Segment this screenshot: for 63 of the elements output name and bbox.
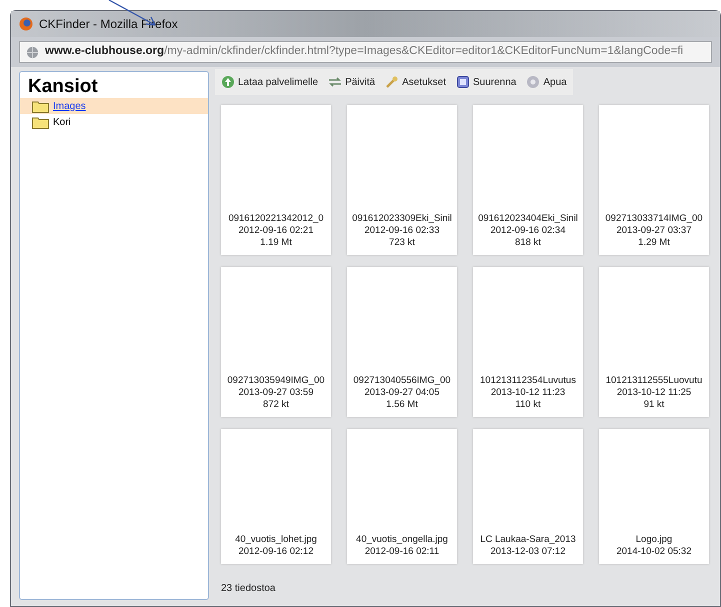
file-date: 2012-09-16 02:33: [364, 225, 440, 237]
file-name: 40_vuotis_ongella.jpg: [356, 534, 448, 546]
globe-icon: [26, 46, 39, 58]
folder-item[interactable]: Kori: [20, 114, 208, 130]
file-name: 092713040556IMG_00: [353, 375, 451, 387]
file-thumbnail[interactable]: 101213112354Luvutus 2013-10-12 11:23 110 kt: [473, 267, 583, 417]
file-thumbnail[interactable]: 092713040556IMG_00 2013-09-27 04:05 1.56 Mt: [347, 267, 457, 417]
file-thumbnail[interactable]: 101213112555Luovutu 2013-10-12 11:25 91 kt: [599, 267, 709, 417]
toolbar-button[interactable]: Lataa palvelimelle: [221, 74, 318, 90]
file-date: 2013-09-27 03:37: [616, 225, 692, 237]
address-bar[interactable]: www.e-clubhouse.org/my-admin/ckfinder/ckfinder.html?type=Images&CKEditor=editor1&CKEditorFuncNum=1&langCode=fi: [19, 41, 712, 63]
file-thumbnail[interactable]: 092713033714IMG_00 2013-09-27 03:37 1.29 Mt: [599, 105, 709, 255]
help-icon: [526, 75, 540, 89]
wrench-icon: [385, 75, 400, 89]
file-thumbnail[interactable]: 091612023404Eki_Sinil 2012-09-16 02:34 818 kt: [473, 105, 583, 255]
folder-icon: [32, 100, 49, 112]
file-name: 092713035949IMG_00: [227, 375, 325, 387]
upload-icon: [221, 75, 235, 89]
toolbar-button[interactable]: Suurenna: [456, 74, 516, 90]
maximize-icon: [456, 75, 470, 89]
file-count-text: 23 tiedostoa: [220, 582, 276, 596]
file-size: 723 kt: [389, 237, 415, 249]
file-thumbnail[interactable]: 40_vuotis_lohet.jpg 2012-09-16 02:12: [221, 429, 331, 564]
file-size: 1.29 Mt: [638, 237, 670, 249]
file-thumbnail[interactable]: 0916120221342012_0 2012-09-16 02:21 1.19 Mt: [221, 105, 331, 255]
file-thumbnail[interactable]: 40_vuotis_ongella.jpg 2012-09-16 02:11: [347, 429, 457, 564]
file-date: 2012-09-16 02:11: [364, 546, 440, 558]
folder-item[interactable]: Images: [20, 98, 208, 114]
file-date: 2013-10-12 11:23: [490, 387, 566, 399]
file-date: 2013-12-03 07:12: [490, 546, 566, 558]
file-name: 40_vuotis_lohet.jpg: [235, 534, 317, 546]
file-name: 101213112555Luovutu: [606, 375, 702, 387]
file-date: 2012-09-16 02:12: [238, 546, 314, 558]
file-date: 2013-09-27 04:05: [364, 387, 440, 399]
toolbar-button[interactable]: Apua: [526, 74, 567, 90]
file-size: 110 kt: [515, 399, 541, 411]
file-size: 91 kt: [644, 399, 664, 411]
file-date: 2014-10-02 05:32: [616, 546, 692, 558]
file-size: 1.56 Mt: [386, 399, 418, 411]
file-date: 2012-09-16 02:21: [238, 225, 314, 237]
file-name: 0916120221342012_0: [228, 213, 324, 225]
file-thumbnail[interactable]: 092713035949IMG_00 2013-09-27 03:59 872 kt: [221, 267, 331, 417]
file-date: 2012-09-16 02:34: [490, 225, 566, 237]
url-text: www.e-clubhouse.org/my-admin/ckfinder/ckfinder.html?type=Images&CKEditor=editor1&CKEditorFuncNum=1&langCode=fi: [45, 44, 684, 60]
refresh-icon: [328, 75, 342, 89]
file-name: 092713033714IMG_00: [605, 213, 703, 225]
toolbar-button[interactable]: Päivitä: [328, 74, 376, 90]
file-name: 091612023309Eki_Sinil: [352, 213, 452, 225]
file-thumbnail[interactable]: 091612023309Eki_Sinil 2012-09-16 02:33 723 kt: [347, 105, 457, 255]
file-name: 101213112354Luvutus: [480, 375, 576, 387]
panel-title: Kansiot: [27, 76, 99, 98]
toolbar-button[interactable]: Asetukset: [385, 74, 446, 90]
file-date: 2013-09-27 03:59: [238, 387, 314, 399]
file-size: 818 kt: [515, 237, 541, 249]
file-thumbnail[interactable]: Logo.jpg 2014-10-02 05:32: [599, 429, 709, 564]
browser-logo-icon: [19, 17, 33, 31]
file-size: 1.19 Mt: [260, 237, 292, 249]
file-name: Logo.jpg: [636, 534, 672, 546]
file-size: 872 kt: [263, 399, 289, 411]
file-name: LC Laukaa-Sara_2013: [480, 534, 576, 546]
file-date: 2013-10-12 11:25: [616, 387, 692, 399]
file-thumbnail[interactable]: LC Laukaa-Sara_2013 2013-12-03 07:12: [473, 429, 583, 564]
file-name: 091612023404Eki_Sinil: [478, 213, 578, 225]
